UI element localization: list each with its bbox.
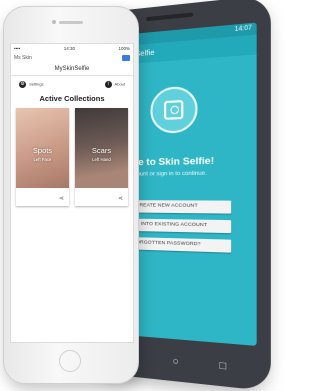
collection-subtitle: Left Hand: [75, 157, 128, 162]
android-speaker: [146, 12, 193, 21]
collection-photo: Spots Left Face: [16, 108, 69, 188]
collection-subtitle: Left Face: [16, 157, 69, 162]
android-status-time: 14:07: [235, 25, 252, 33]
ios-actions-row: ⚙ Settings i About: [11, 76, 133, 92]
ios-battery: 100%: [118, 44, 130, 53]
earpiece: [59, 21, 83, 24]
ios-status-bar: •••• 14:30 100%: [11, 44, 133, 53]
about-label: About: [115, 81, 125, 86]
home-icon[interactable]: ○: [172, 355, 178, 367]
ios-app-title: MySkinSelfie: [11, 63, 133, 76]
section-title: Active Collections: [11, 94, 133, 106]
collection-card-spots[interactable]: Spots Left Face ⋖: [16, 108, 69, 206]
ios-top-row: Ms Skin: [11, 53, 133, 63]
ios-status-time: 14:30: [64, 44, 75, 53]
ios-top-left-label: Ms Skin: [14, 53, 32, 63]
collection-name: Scars: [75, 146, 128, 155]
device-mockup: 14:07 Into Skin Selfie Welcome to Skin S…: [0, 0, 260, 386]
notification-badge-icon[interactable]: [122, 55, 130, 61]
home-button[interactable]: [59, 350, 81, 372]
gear-icon: ⚙: [19, 81, 26, 88]
front-camera: [52, 20, 56, 24]
collection-list: Spots Left Face ⋖ Scars Left Hand ⋖: [11, 106, 133, 208]
iphone: •••• 14:30 100% Ms Skin MySkinSelfie ⚙ S…: [3, 6, 139, 384]
info-icon: i: [105, 81, 112, 88]
app-logo-icon: [150, 85, 197, 133]
share-icon[interactable]: ⋖: [118, 195, 123, 202]
settings-label: Settings: [29, 81, 43, 86]
collection-card-scars[interactable]: Scars Left Hand ⋖: [75, 108, 128, 206]
recents-icon[interactable]: □: [219, 360, 226, 373]
iphone-screen: •••• 14:30 100% Ms Skin MySkinSelfie ⚙ S…: [10, 43, 134, 343]
collection-name: Spots: [16, 146, 69, 155]
collection-photo: Scars Left Hand: [75, 108, 128, 188]
share-icon[interactable]: ⋖: [59, 195, 64, 202]
settings-button[interactable]: ⚙ Settings: [19, 81, 44, 88]
ios-carrier: ••••: [14, 44, 20, 53]
about-button[interactable]: i About: [105, 81, 125, 88]
